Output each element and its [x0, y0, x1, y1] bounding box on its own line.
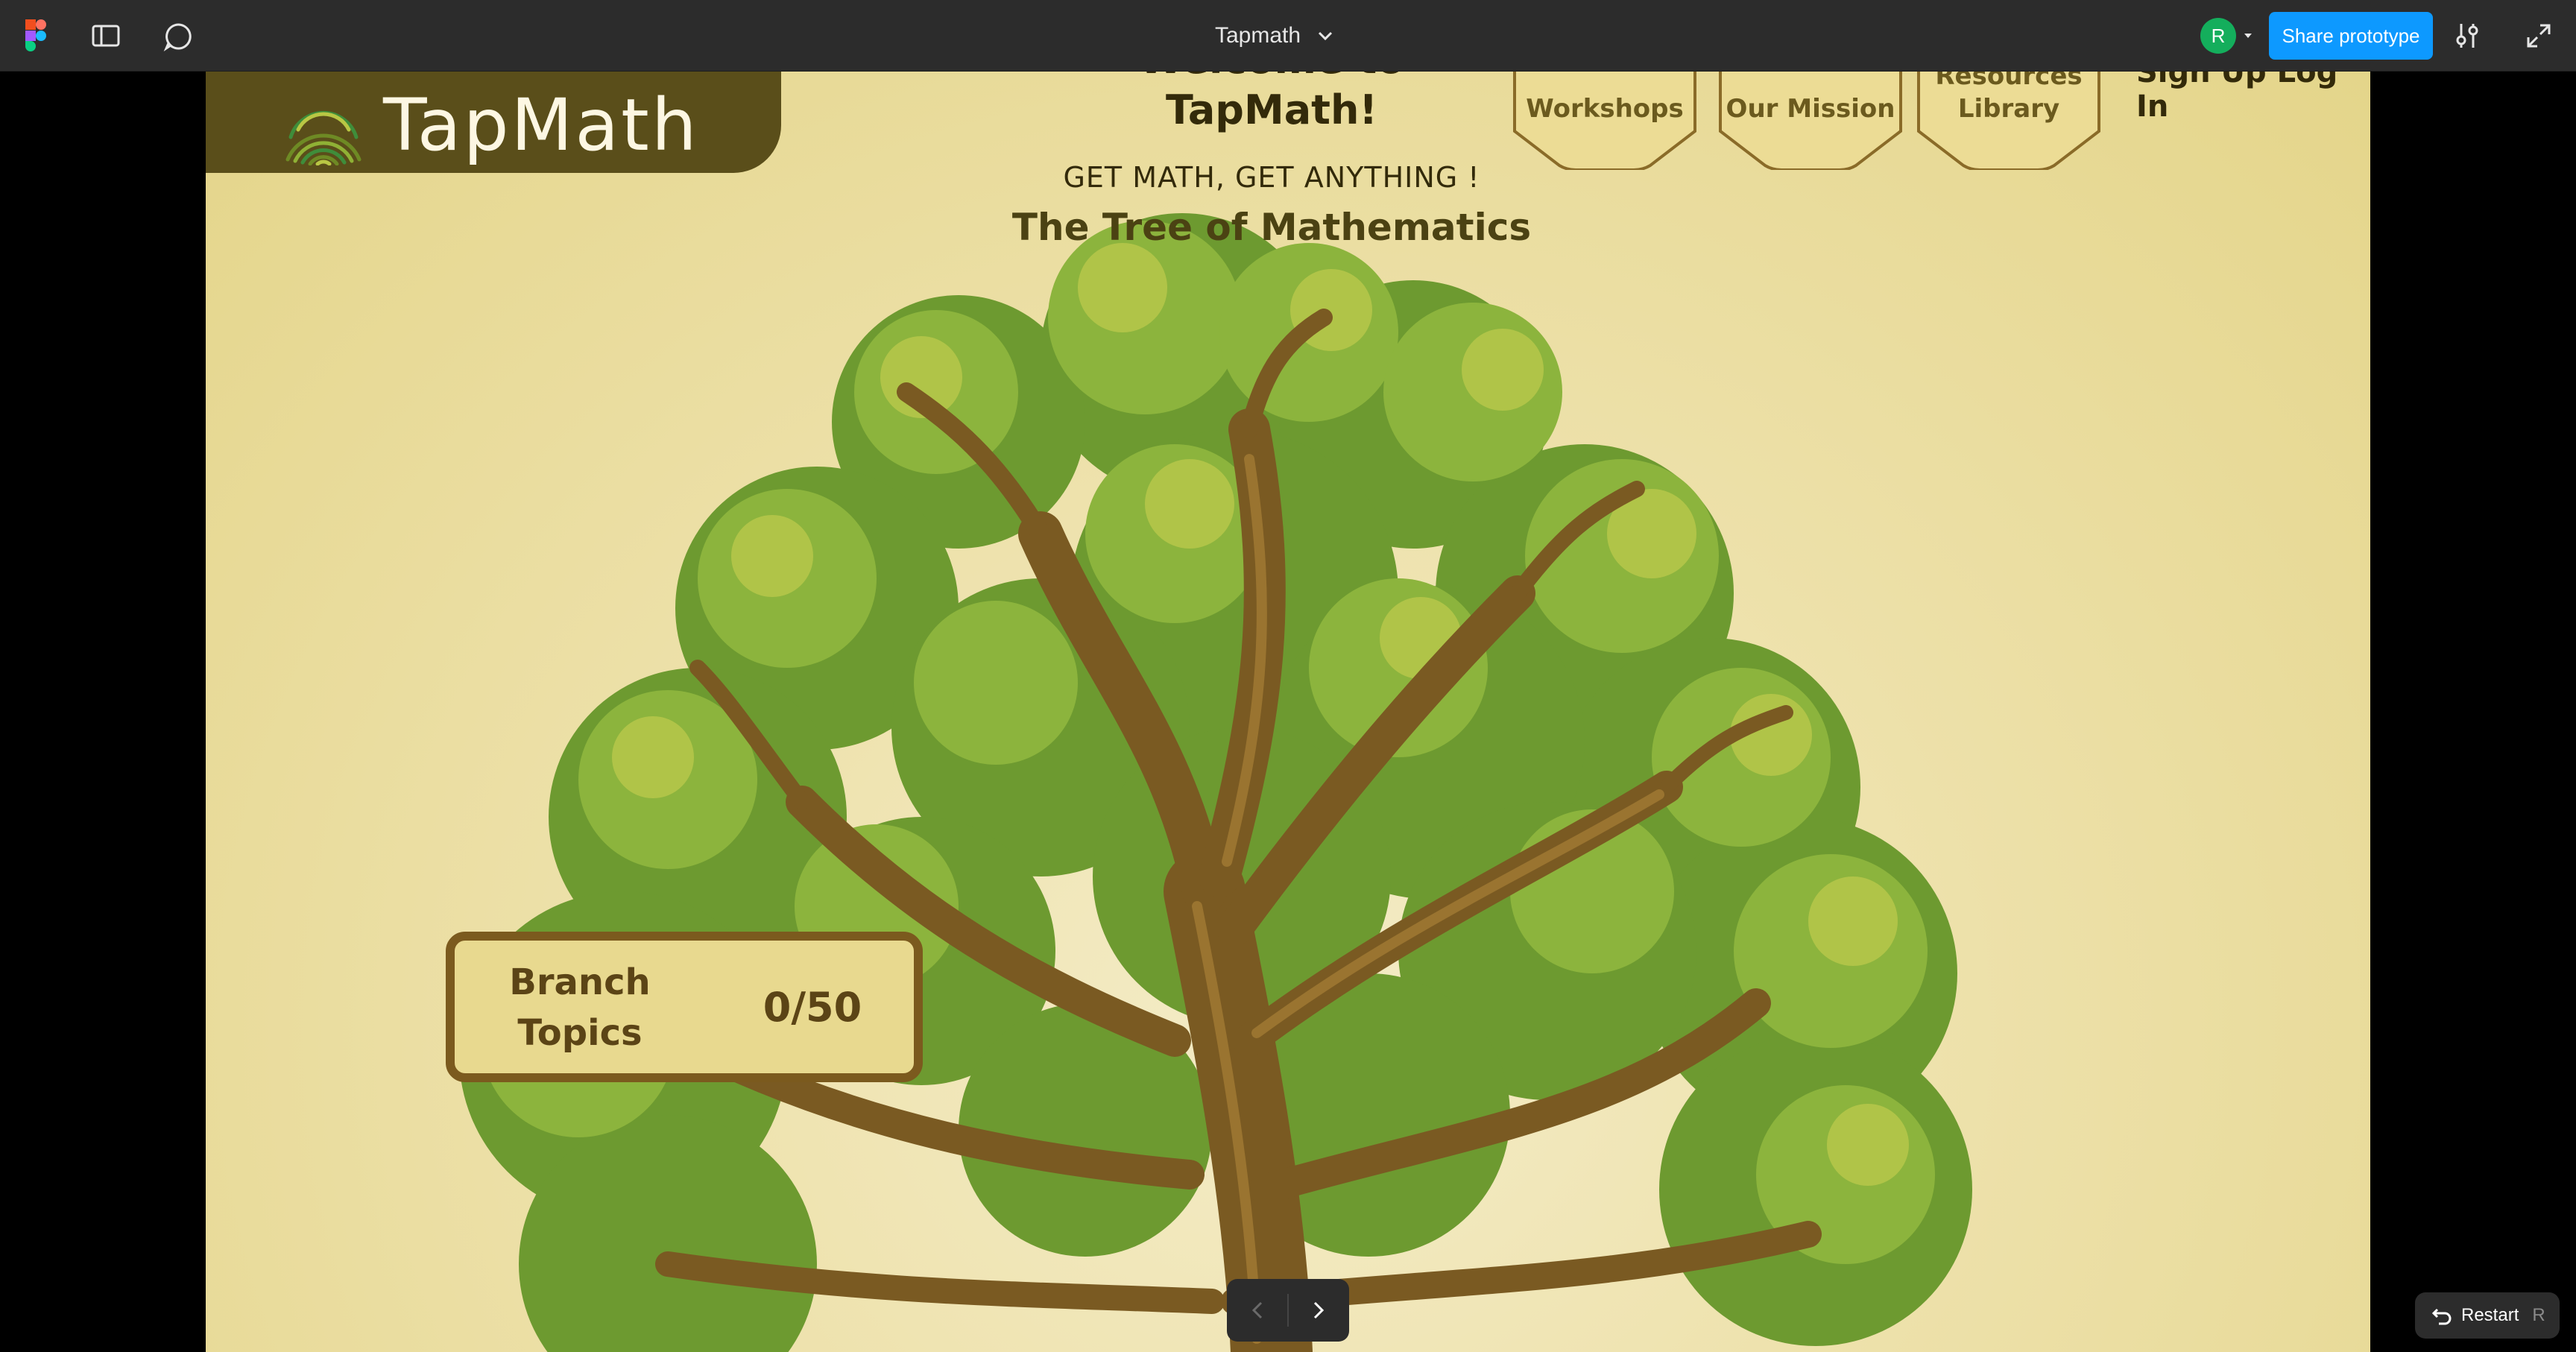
prototype-frame: TapMath Welcome to TapMath! GET MATH, GE… [206, 72, 2370, 1352]
branch-label-line-1: Branch [509, 961, 651, 1003]
tree-title: The Tree of Mathematics [1011, 206, 1532, 249]
next-frame-button[interactable] [1289, 1279, 1349, 1342]
nav-our-mission-label: Our Mission [1726, 94, 1895, 124]
avatar[interactable]: R [2200, 18, 2236, 54]
file-title: Tapmath [1215, 23, 1301, 48]
logo-block[interactable]: TapMath [206, 72, 781, 173]
nav-our-mission[interactable]: Our Mission [1717, 72, 1904, 170]
nav-workshops[interactable]: Workshops [1512, 72, 1698, 170]
tree-illustration [459, 213, 1972, 1352]
sidebar-toggle-icon[interactable] [91, 21, 121, 51]
nav-resources-label-line-2: Library [1957, 94, 2060, 124]
tagline: GET MATH, GET ANYTHING ! [1063, 161, 1480, 194]
welcome-line-2: TapMath! [1165, 86, 1378, 133]
prototype-settings-icon[interactable] [2452, 21, 2482, 51]
restart-label: Restart [2461, 1305, 2519, 1325]
restart-button[interactable]: Restart R [2415, 1292, 2560, 1339]
avatar-caret-icon[interactable] [2242, 30, 2254, 42]
comment-icon[interactable] [162, 21, 194, 52]
logo-text: TapMath [383, 83, 699, 167]
branch-topics-label: Branch Topics [498, 957, 662, 1058]
file-title-menu[interactable]: Tapmath [1215, 18, 1333, 54]
nav-resources-library[interactable]: Resources Library [1916, 72, 2102, 170]
figma-toolbar: Tapmath R Share prototype [0, 0, 2576, 72]
welcome-heading: Welcome to TapMath! [1063, 72, 1480, 136]
figma-logo-icon[interactable] [25, 19, 46, 52]
prototype-navigation [1227, 1279, 1349, 1342]
chevron-right-icon [1314, 1301, 1325, 1319]
welcome-line-1: Welcome to [1063, 72, 1480, 85]
restart-shortcut: R [2532, 1305, 2545, 1325]
fingerprint-logo-icon [285, 111, 362, 165]
nav-resources-label-line-1: Resources [1935, 72, 2083, 91]
expand-icon[interactable] [2524, 21, 2554, 51]
nav-workshops-label: Workshops [1526, 94, 1684, 124]
share-prototype-button[interactable]: Share prototype [2269, 12, 2433, 60]
branch-topics-count: 0/50 [763, 984, 862, 1031]
chevron-left-icon [1251, 1301, 1262, 1319]
nav-auth-links[interactable]: Sign Up Log In [2136, 72, 2370, 124]
chevron-down-icon [1319, 31, 1333, 41]
restart-icon [2431, 1308, 2452, 1325]
previous-frame-button[interactable] [1227, 1279, 1287, 1342]
branch-topics-card[interactable]: Branch Topics 0/50 [446, 932, 923, 1082]
branch-label-line-2: Topics [517, 1012, 643, 1054]
